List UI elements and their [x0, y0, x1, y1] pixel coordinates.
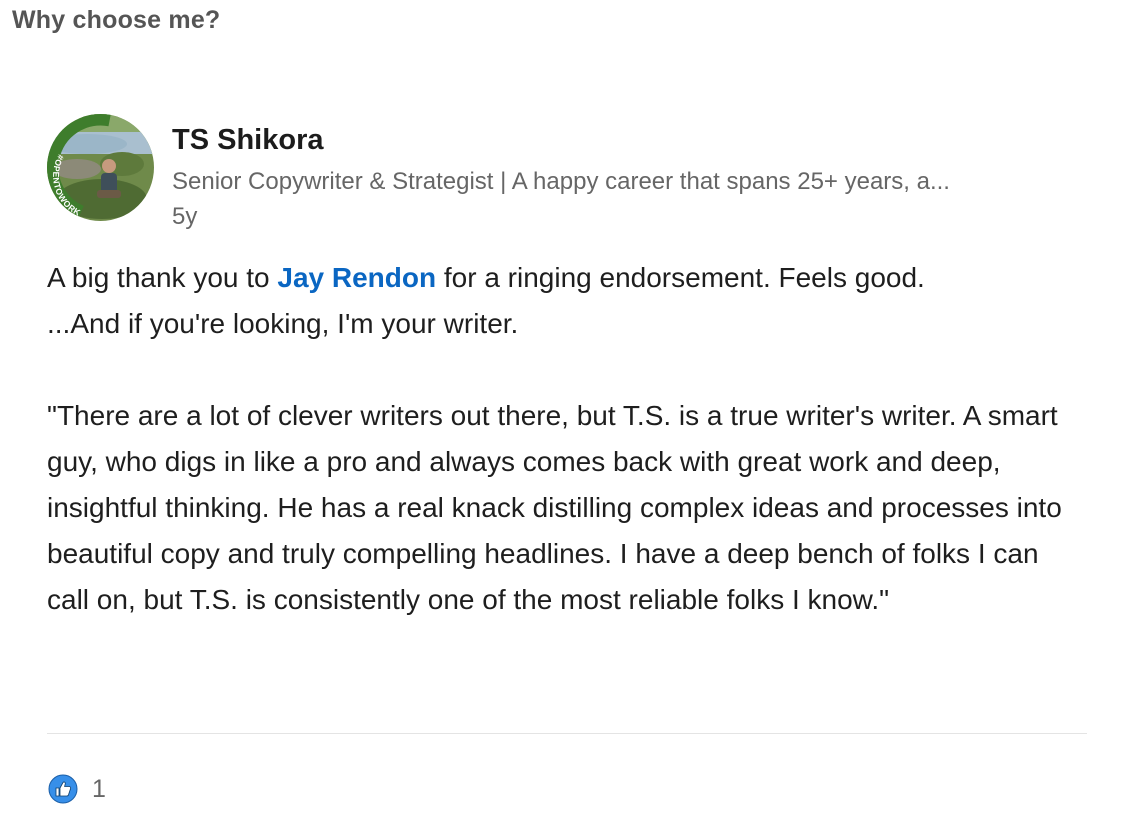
post-quote: "There are a lot of clever writers out t… — [47, 400, 1062, 615]
mention-link[interactable]: Jay Rendon — [277, 262, 436, 293]
post-line-2: ...And if you're looking, I'm your write… — [47, 308, 519, 339]
avatar-photo: #OPENTOWORK — [47, 114, 154, 221]
author-headline: Senior Copywriter & Strategist | A happy… — [172, 168, 950, 195]
post-text-before-mention: A big thank you to — [47, 262, 278, 293]
section-title: Why choose me? — [12, 6, 221, 34]
avatar[interactable]: #OPENTOWORK — [47, 114, 154, 221]
post-timestamp: 5y — [172, 203, 198, 230]
reaction-count: 1 — [92, 774, 106, 803]
divider — [47, 733, 1087, 734]
reactions-bar[interactable]: 1 — [48, 774, 106, 804]
post-text-after-mention: for a ringing endorsement. Feels good. — [436, 262, 925, 293]
post-line-1: A big thank you to Jay Rendon for a ring… — [47, 255, 1087, 301]
post-body: A big thank you to Jay Rendon for a ring… — [47, 255, 1087, 623]
author-name[interactable]: TS Shikora — [172, 124, 324, 157]
like-icon — [48, 774, 78, 804]
